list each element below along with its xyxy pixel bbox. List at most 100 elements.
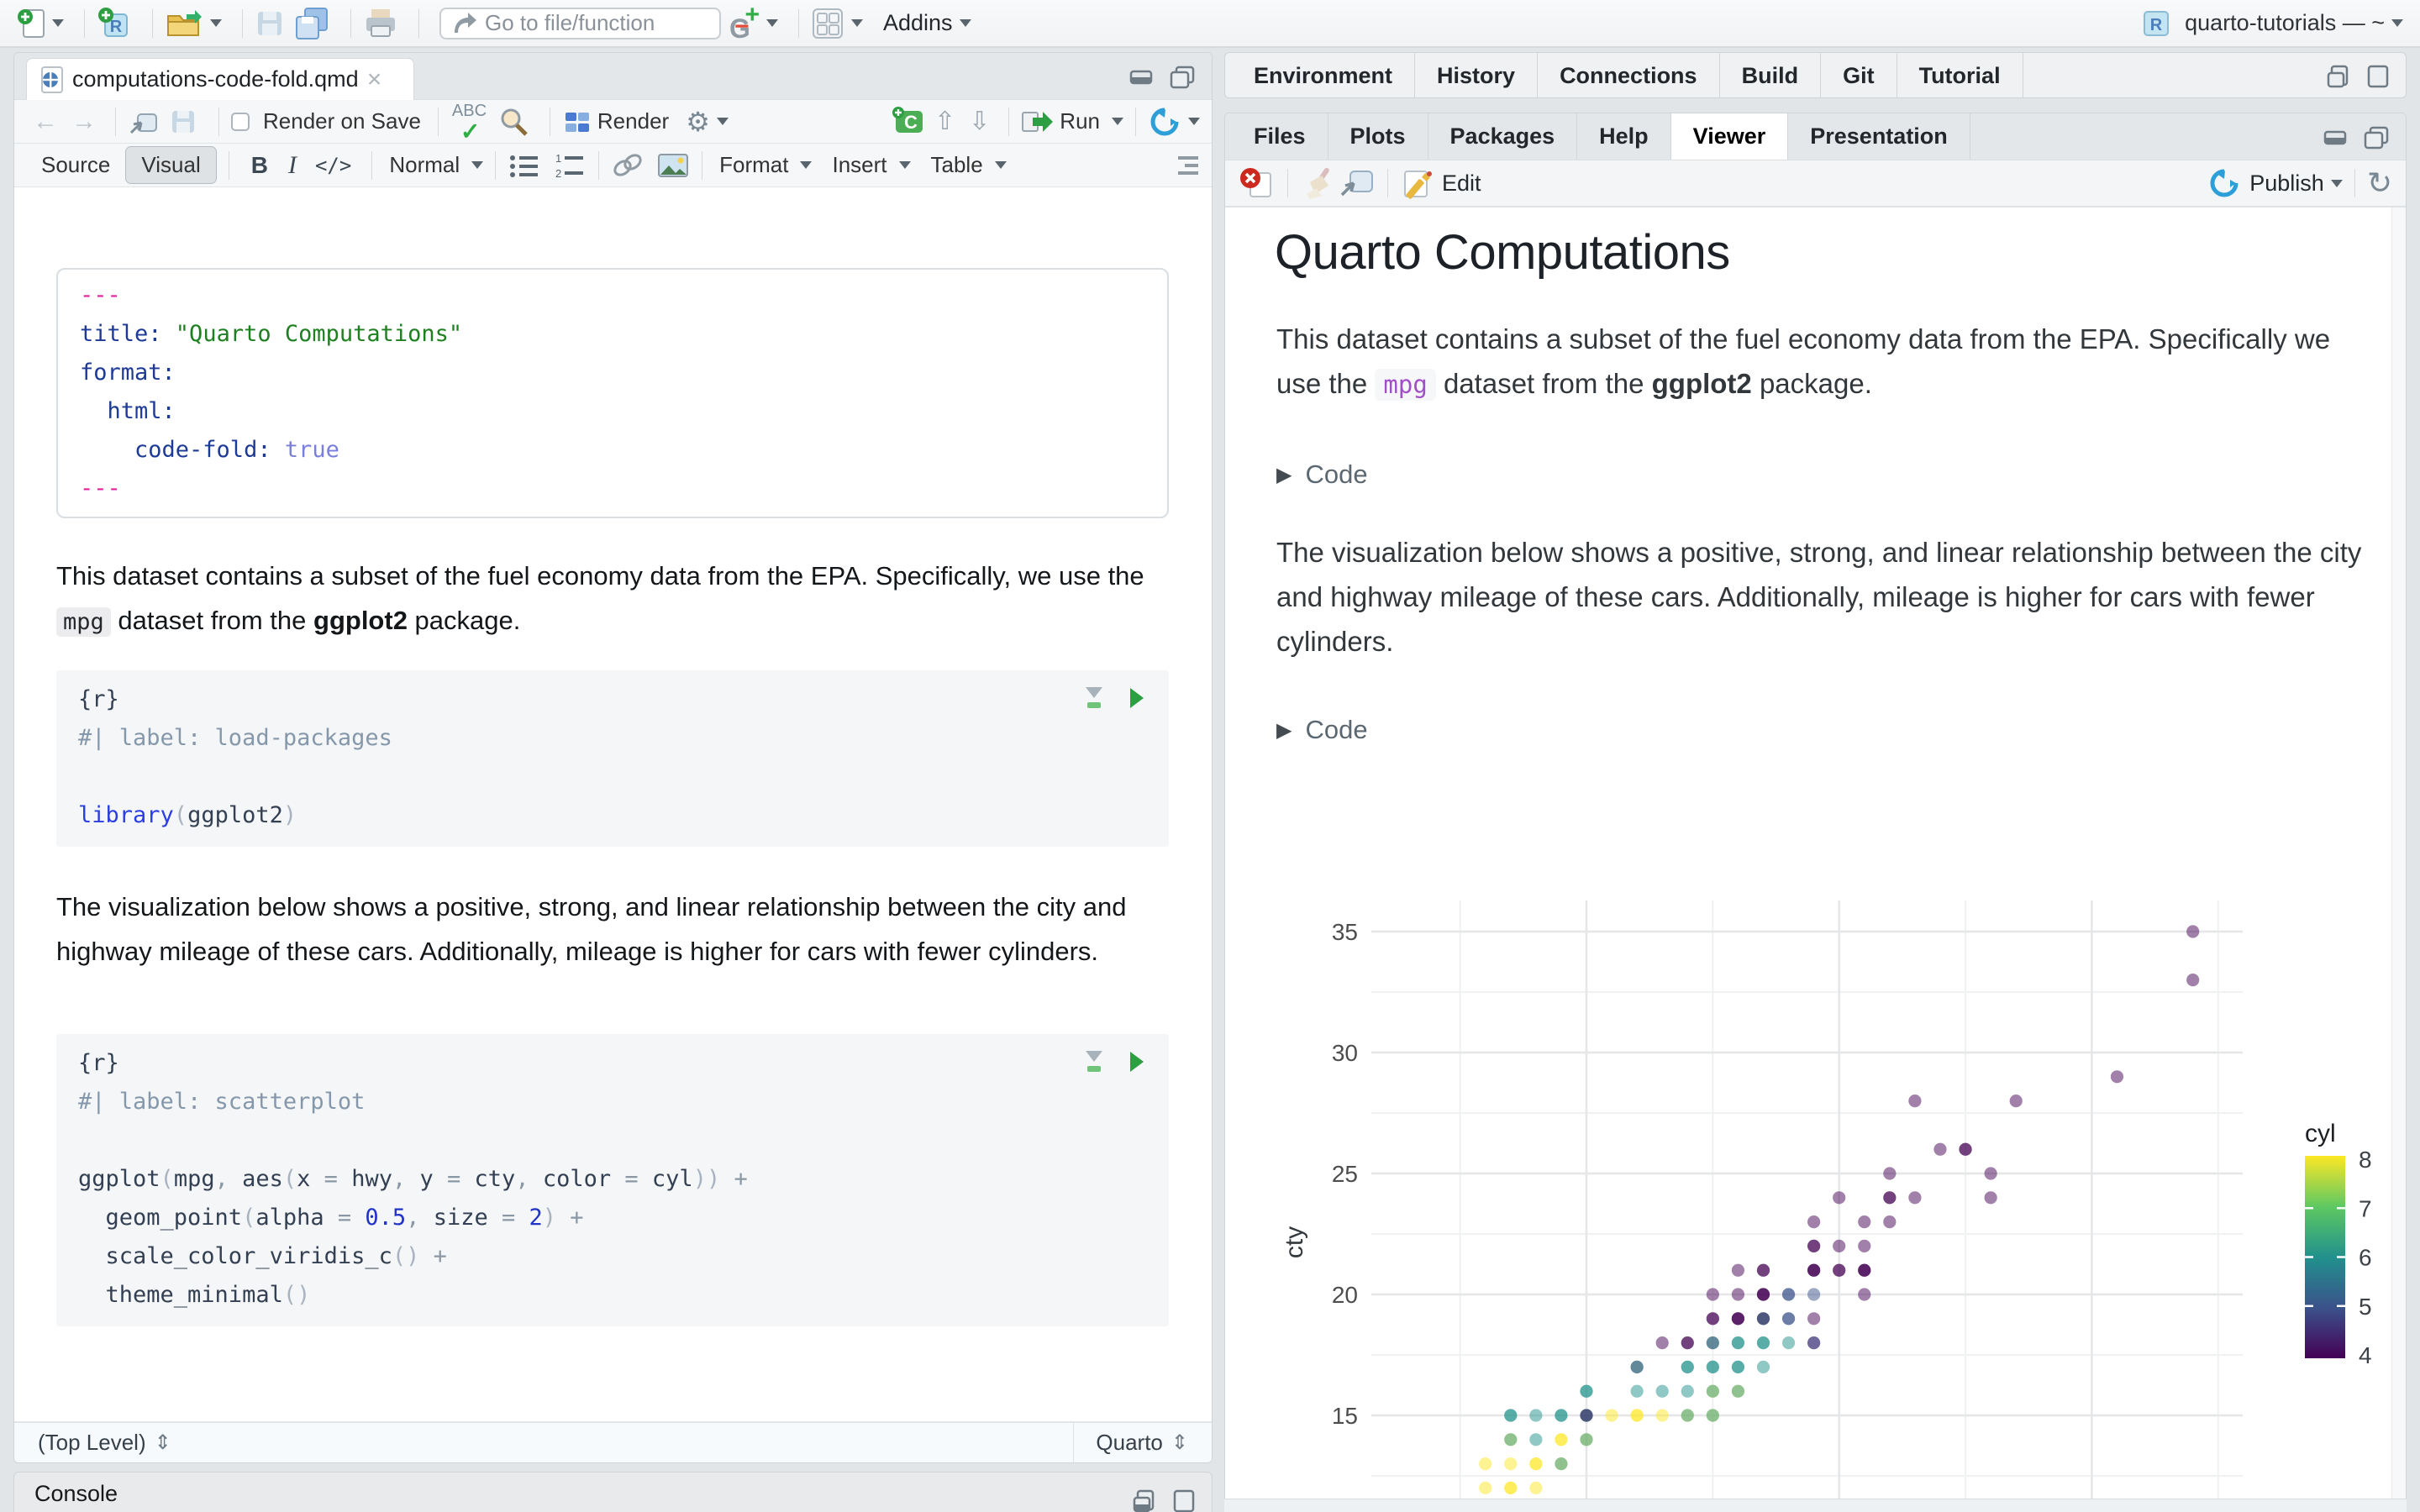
tab-history[interactable]: History (1415, 53, 1539, 97)
publish-button[interactable]: Publish (2207, 166, 2343, 200)
publish-icon[interactable] (1148, 105, 1181, 139)
tab-connections[interactable]: Connections (1538, 53, 1720, 97)
bold-button[interactable]: B (251, 152, 268, 179)
divider (115, 107, 116, 136)
gear-icon[interactable]: ⚙ (686, 106, 710, 138)
scope-selector[interactable]: (Top Level) (38, 1430, 146, 1456)
code-chunk-scatterplot[interactable]: {r} #| label: scatterplot ggplot(mpg, aes… (56, 1034, 1169, 1326)
divider (1008, 107, 1010, 136)
editor-status-bar: (Top Level) ⇕ Quarto ⇕ (14, 1421, 1212, 1462)
tab-files[interactable]: Files (1232, 113, 1328, 160)
spellcheck-icon[interactable]: ABC ✓ (450, 102, 489, 144)
maximize-icon[interactable] (2365, 63, 2391, 88)
code-fold-toggle-1[interactable]: ▶ Code (1276, 459, 1368, 490)
bullet-list-icon[interactable] (508, 152, 541, 179)
insert-dropdown[interactable]: Insert (832, 152, 886, 178)
run-above-icon[interactable] (1083, 685, 1105, 711)
run-chunk-icon[interactable] (1127, 1050, 1147, 1074)
search-icon[interactable] (497, 106, 529, 138)
maximize-icon[interactable] (1168, 64, 1197, 89)
go-next-section-icon[interactable]: ⇩ (969, 107, 990, 136)
broom-icon[interactable] (1300, 165, 1337, 201)
render-button[interactable]: Render (562, 108, 674, 136)
tab-help[interactable]: Help (1577, 113, 1671, 160)
minimize-icon[interactable] (1128, 65, 1156, 88)
data-point (1555, 1433, 1568, 1446)
link-icon[interactable] (611, 151, 644, 180)
visual-mode-button[interactable]: Visual (125, 146, 217, 184)
tab-presentation[interactable]: Presentation (1788, 113, 1970, 160)
popout-icon[interactable] (128, 108, 160, 136)
save-button[interactable] (255, 8, 285, 39)
file-tab-computations-code-fold[interactable]: computations-code-fold.qmd × (26, 58, 414, 100)
data-point (1479, 1457, 1492, 1471)
minimize-icon[interactable] (1131, 1488, 1160, 1512)
popout-icon[interactable] (1337, 166, 1376, 200)
table-dropdown[interactable]: Table (931, 152, 983, 178)
code-fold-toggle-2[interactable]: ▶ Code (1276, 715, 1368, 745)
tab-git[interactable]: Git (1821, 53, 1897, 97)
back-icon[interactable]: ← (33, 108, 58, 136)
tab-build[interactable]: Build (1720, 53, 1822, 97)
refresh-icon[interactable]: ↻ (2367, 165, 2392, 201)
close-icon[interactable]: × (367, 66, 382, 94)
render-on-save-checkbox[interactable] (231, 112, 250, 131)
image-icon[interactable] (656, 151, 690, 180)
paragraph-style-dropdown[interactable]: Normal (389, 152, 460, 178)
editor-paragraph-1[interactable]: This dataset contains a subset of the fu… (56, 554, 1174, 644)
maximize-icon[interactable] (1171, 1488, 1197, 1512)
goto-file-placeholder: Go to file/function (485, 10, 655, 35)
yaml-metadata-block[interactable]: --- title: "Quarto Computations" format: h… (56, 268, 1169, 518)
viewer-rendered-document[interactable]: Quarto Computations This dataset contain… (1225, 207, 2406, 1511)
editor-document[interactable]: --- title: "Quarto Computations" format: h… (14, 187, 1212, 1421)
run-chunk-icon[interactable] (1127, 686, 1147, 710)
data-point (1529, 1409, 1543, 1422)
minimize-icon[interactable] (2325, 63, 2354, 88)
numbered-list-icon[interactable]: 12 (553, 152, 587, 179)
new-project-button[interactable]: R (97, 6, 132, 41)
run-above-icon[interactable] (1083, 1049, 1105, 1074)
data-point (1756, 1312, 1770, 1326)
forward-icon[interactable]: → (71, 108, 97, 136)
editor-paragraph-2[interactable]: The visualization below shows a positive… (56, 885, 1174, 974)
project-menu[interactable]: R quarto-tutorials — ~ (2138, 5, 2403, 42)
viewer-scrollbar[interactable] (2391, 207, 2406, 1511)
panes-layout-button[interactable] (811, 7, 863, 40)
doc-type-selector[interactable]: Quarto (1096, 1430, 1163, 1456)
data-point (1984, 1167, 1997, 1180)
tab-viewer[interactable]: Viewer (1670, 113, 1789, 160)
source-mode-button[interactable]: Source (26, 147, 125, 183)
stop-icon[interactable] (1239, 166, 1276, 200)
maximize-icon[interactable] (2362, 124, 2391, 150)
format-dropdown[interactable]: Format (719, 152, 788, 178)
addins-button[interactable]: Addins (883, 10, 971, 36)
open-file-button[interactable] (165, 8, 222, 39)
data-point (2009, 1095, 2023, 1108)
insert-chunk-icon[interactable]: C (891, 106, 928, 138)
code-format-button[interactable]: </> (315, 154, 351, 177)
print-button[interactable] (363, 8, 398, 39)
version-control-button[interactable]: G + − (729, 1, 778, 44)
outline-toggle-icon[interactable] (1170, 153, 1200, 178)
data-point (1858, 1288, 1871, 1301)
publish-icon (2210, 169, 2238, 197)
editor-toolbar: ← → Render on Save ABC ✓ Render ⚙ C ⇧ ⇩ … (14, 100, 1212, 144)
goto-file-input[interactable]: Go to file/function (439, 7, 721, 39)
italic-button[interactable]: I (288, 151, 297, 180)
tab-tutorial[interactable]: Tutorial (1897, 53, 2023, 97)
tab-packages[interactable]: Packages (1428, 113, 1578, 160)
run-button[interactable]: Run (1021, 108, 1123, 136)
console-pane-title[interactable]: Console (34, 1481, 118, 1507)
tab-plots[interactable]: Plots (1328, 113, 1428, 160)
tab-environment[interactable]: Environment (1232, 53, 1416, 97)
data-point (1504, 1481, 1518, 1494)
edit-button[interactable]: Edit (1400, 166, 1481, 200)
go-prev-section-icon[interactable]: ⇧ (934, 107, 955, 136)
minimize-icon[interactable] (2322, 125, 2350, 149)
viewer-pane: Files Plots Packages Help Viewer Presentation… (1224, 113, 2407, 1512)
new-file-button[interactable] (17, 7, 64, 40)
save-icon[interactable] (168, 107, 198, 137)
save-all-button[interactable] (293, 7, 330, 40)
viewer-tab-bar: Files Plots Packages Help Viewer Presentation (1225, 113, 2406, 160)
code-chunk-load-packages[interactable]: {r} #| label: load-packages library(ggplo… (56, 670, 1169, 847)
